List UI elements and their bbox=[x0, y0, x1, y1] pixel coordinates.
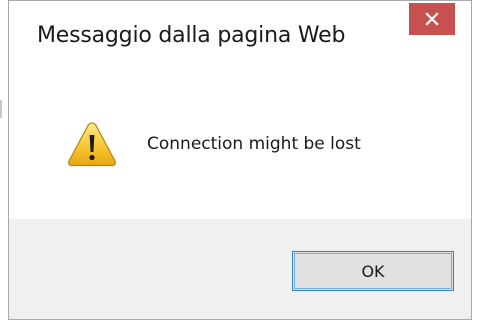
ok-button[interactable]: OK bbox=[292, 251, 454, 291]
warning-icon bbox=[68, 122, 116, 167]
ok-button-label: OK bbox=[361, 261, 385, 281]
title-bar[interactable]: Messaggio dalla pagina Web bbox=[9, 1, 471, 91]
close-button[interactable] bbox=[409, 3, 455, 35]
message-area: Connection might be lost bbox=[9, 91, 471, 219]
window-edge-shadow bbox=[0, 100, 2, 118]
button-bar: OK bbox=[9, 219, 471, 319]
dialog-title: Messaggio dalla pagina Web bbox=[37, 23, 346, 48]
close-icon bbox=[425, 12, 439, 26]
alert-message: Connection might be lost bbox=[147, 134, 361, 154]
alert-dialog: Messaggio dalla pagina Web Connection mi… bbox=[8, 0, 472, 320]
